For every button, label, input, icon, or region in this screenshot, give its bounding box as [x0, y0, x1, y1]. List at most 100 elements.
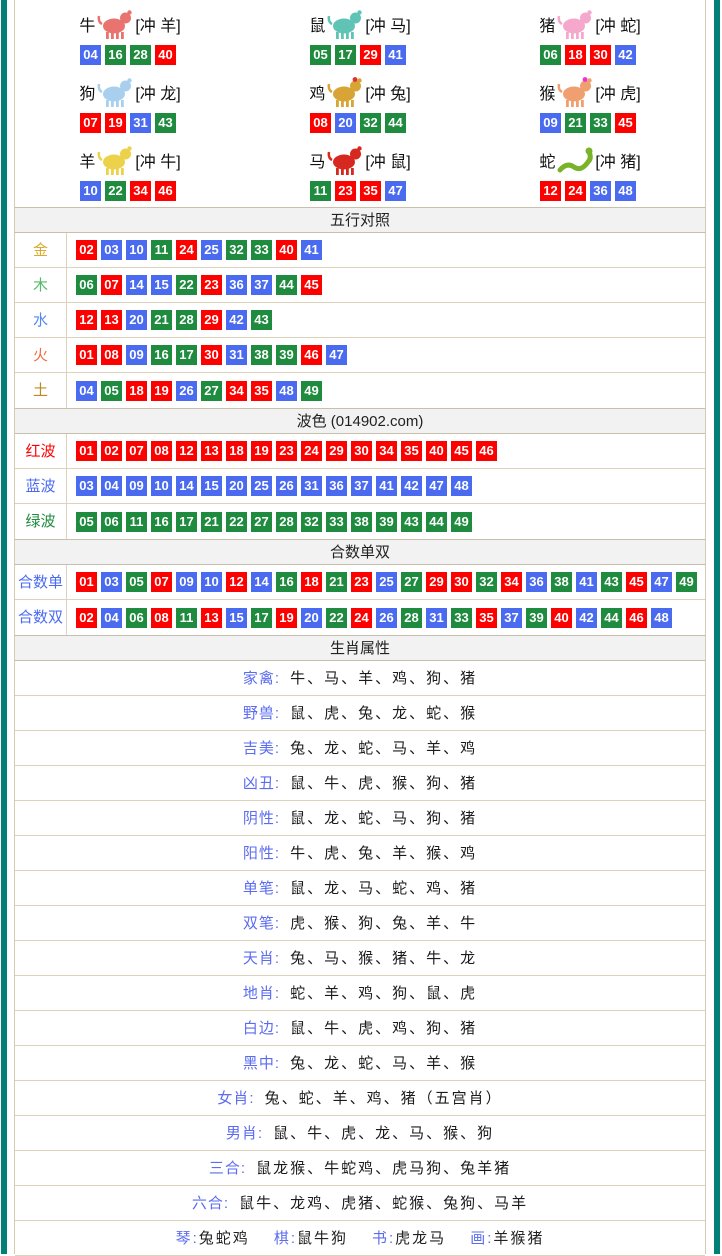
number-ball: 18: [301, 572, 322, 592]
number-ball: 32: [226, 240, 247, 260]
five-element-row: 火0108091617303138394647: [15, 338, 705, 373]
attribute-label: 女肖:: [217, 1090, 254, 1107]
five-element-row: 金02031011242532334041: [15, 233, 705, 268]
number-ball: 49: [676, 572, 697, 592]
number-ball: 26: [176, 381, 197, 401]
attribute-value: 鼠、牛、虎、龙、马、猴、狗: [267, 1125, 494, 1142]
wave-row-label: 蓝波: [15, 469, 67, 504]
number-ball: 29: [201, 310, 222, 330]
attribute-value: 蛇、羊、鸡、狗、鼠、虎: [284, 985, 477, 1002]
sum-parity-row-numbers: 0204060811131517192022242628313335373940…: [67, 608, 705, 628]
number-ball: 08: [310, 113, 331, 133]
number-ball: 19: [251, 441, 272, 461]
number-ball: 38: [351, 512, 372, 532]
number-ball: 40: [426, 441, 447, 461]
number-ball: 47: [326, 345, 347, 365]
number-ball: 41: [576, 572, 597, 592]
number-ball: 03: [101, 572, 122, 592]
number-ball: 43: [601, 572, 622, 592]
number-ball: 15: [201, 476, 222, 496]
arts-label: 琴:: [176, 1230, 199, 1247]
number-ball: 20: [126, 310, 147, 330]
number-ball: 25: [376, 572, 397, 592]
zodiac-attribute-row: 单笔: 鼠、龙、马、蛇、鸡、猪: [15, 871, 705, 906]
number-ball: 20: [335, 113, 356, 133]
number-ball: 17: [251, 608, 272, 628]
number-ball: 21: [565, 113, 586, 133]
zodiac-attribute-row: 白边: 鼠、牛、虎、鸡、狗、猪: [15, 1011, 705, 1046]
zodiac-row: 牛[冲 羊]04162840鼠[冲 马]05172941猪[冲 蛇]061830…: [15, 4, 705, 72]
zodiac-clash-label: [冲 蛇]: [595, 12, 640, 36]
attribute-value: 鼠龙猴、牛蛇鸡、虎马狗、兔羊猪: [250, 1160, 511, 1177]
section-header-attributes: 生肖属性: [15, 635, 705, 661]
number-ball: 11: [126, 512, 147, 532]
sum-parity-row-label: 合数双: [15, 600, 67, 635]
number-ball: 08: [151, 608, 172, 628]
number-ball: 17: [335, 45, 356, 65]
zodiac-name-clash: 猪[冲 蛇]: [539, 4, 640, 44]
wave-row: 蓝波03040910141520252631363741424748: [15, 469, 705, 504]
number-ball: 10: [80, 181, 101, 201]
zodiac-name-clash: 鸡[冲 兔]: [309, 72, 410, 112]
zodiac-name-clash: 鼠[冲 马]: [309, 4, 410, 44]
zodiac-name-clash: 猴[冲 虎]: [539, 72, 640, 112]
number-ball: 45: [301, 275, 322, 295]
number-ball: 12: [76, 310, 97, 330]
number-ball: 01: [76, 345, 97, 365]
number-ball: 22: [176, 275, 197, 295]
number-ball: 37: [501, 608, 522, 628]
arts-segment: 琴:兔蛇鸡: [176, 1230, 250, 1247]
zodiac-name-clash: 马[冲 鼠]: [309, 140, 410, 180]
number-ball: 09: [540, 113, 561, 133]
pig-icon: [557, 8, 593, 40]
wave-row-numbers: 03040910141520252631363741424748: [67, 476, 705, 496]
zodiac-numbers: 09213345: [540, 113, 640, 133]
wave-row: 绿波05061116172122272832333839434449: [15, 504, 705, 539]
arts-segment: 书:虎龙马: [372, 1230, 446, 1247]
attribute-label: 天肖:: [243, 950, 280, 967]
zodiac-attribute-row: 三合: 鼠龙猴、牛蛇鸡、虎马狗、兔羊猪: [15, 1151, 705, 1186]
number-ball: 42: [615, 45, 636, 65]
number-ball: 25: [201, 240, 222, 260]
number-ball: 11: [310, 181, 331, 201]
number-ball: 20: [301, 608, 322, 628]
arts-label: 棋:: [274, 1230, 297, 1247]
number-ball: 06: [540, 45, 561, 65]
zodiac-attribute-row: 女肖: 兔、蛇、羊、鸡、猪（五宫肖）: [15, 1081, 705, 1116]
zodiac-attribute-row: 男肖: 鼠、牛、虎、龙、马、猴、狗: [15, 1116, 705, 1151]
number-ball: 43: [401, 512, 422, 532]
number-ball: 07: [101, 275, 122, 295]
zodiac-cell: 马[冲 鼠]11233547: [245, 140, 475, 208]
arts-value: 鼠牛狗: [297, 1230, 348, 1247]
number-ball: 36: [226, 275, 247, 295]
number-ball: 14: [176, 476, 197, 496]
number-ball: 10: [126, 240, 147, 260]
number-ball: 17: [176, 345, 197, 365]
number-ball: 13: [201, 441, 222, 461]
number-ball: 39: [376, 512, 397, 532]
goat-icon: [97, 144, 133, 176]
number-ball: 30: [590, 45, 611, 65]
zodiac-name-clash: 狗[冲 龙]: [79, 72, 180, 112]
sum-parity-row-numbers: 0103050709101214161821232527293032343638…: [67, 572, 705, 592]
number-ball: 39: [276, 345, 297, 365]
number-ball: 33: [326, 512, 347, 532]
number-ball: 41: [385, 45, 406, 65]
attribute-value: 鼠牛、龙鸡、虎猪、蛇猴、兔狗、马羊: [233, 1195, 528, 1212]
number-ball: 16: [105, 45, 126, 65]
number-ball: 10: [151, 476, 172, 496]
zodiac-name: 牛: [79, 12, 95, 36]
number-ball: 06: [101, 512, 122, 532]
number-ball: 20: [226, 476, 247, 496]
zodiac-clash-label: [冲 兔]: [365, 80, 410, 104]
attribute-value: 虎、猴、狗、兔、羊、牛: [284, 915, 477, 932]
number-ball: 11: [151, 240, 172, 260]
number-ball: 48: [651, 608, 672, 628]
arts-label: 画:: [470, 1230, 493, 1247]
five-element-row-numbers: 02031011242532334041: [67, 240, 705, 260]
arts-attribute-row: 琴:兔蛇鸡 棋:鼠牛狗 书:虎龙马 画:羊猴猪: [15, 1221, 705, 1256]
arts-value: 羊猴猪: [493, 1230, 544, 1247]
arts-segment: 棋:鼠牛狗: [274, 1230, 348, 1247]
five-element-row-label: 金: [15, 233, 67, 268]
zodiac-clash-label: [冲 牛]: [135, 148, 180, 172]
